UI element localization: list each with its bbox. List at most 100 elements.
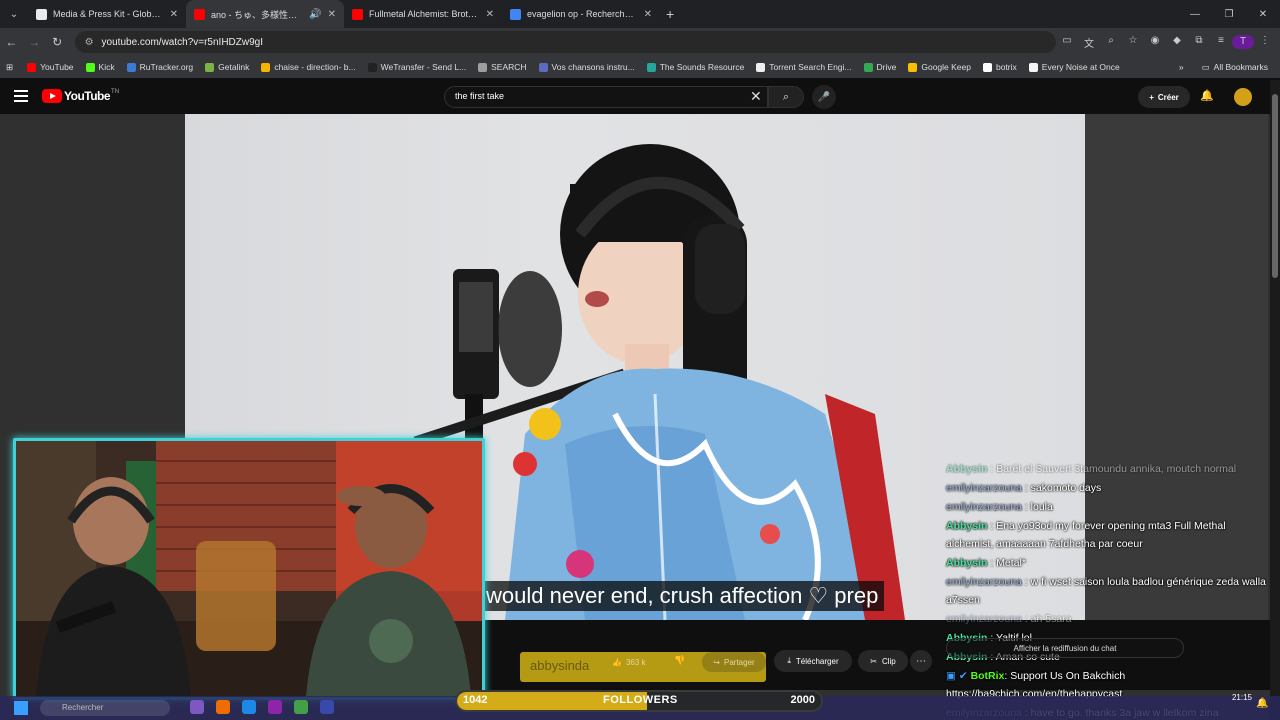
like-button[interactable]: 👍 363 k — [612, 652, 666, 672]
chat-username[interactable]: Abbysin — [946, 557, 987, 569]
notification-icon[interactable]: 🔔 — [1256, 698, 1268, 709]
search-button[interactable]: ⌕ — [768, 86, 804, 108]
bookmark-item[interactable]: Kick — [85, 62, 115, 72]
translate-icon[interactable]: 文 — [1078, 35, 1100, 50]
bookmark-favicon-icon — [27, 62, 37, 72]
bookmark-item[interactable]: WeTransfer - Send L... — [367, 62, 466, 72]
taskbar-app-icon[interactable] — [294, 700, 308, 714]
close-icon[interactable]: ✕ — [170, 9, 178, 20]
bookmark-item[interactable]: The Sounds Resource — [646, 62, 744, 72]
followers-goal-bar: 1042 FOLLOWERS 2000 — [455, 690, 823, 712]
bookmark-star-icon[interactable]: ☆ — [1122, 35, 1144, 50]
bookmark-favicon-icon — [908, 62, 918, 72]
bookmark-item[interactable]: Every Noise at Once — [1028, 62, 1120, 72]
bookmark-item[interactable]: Drive — [863, 62, 896, 72]
profile-avatar[interactable]: T — [1232, 34, 1254, 50]
zoom-icon[interactable]: ⌕ — [1100, 35, 1122, 50]
bookmark-item[interactable]: Vos chansons instru... — [538, 62, 635, 72]
bookmark-item[interactable]: Getalink — [205, 62, 249, 72]
chat-message: emilyinzarzouna : loula — [946, 498, 1270, 516]
close-icon[interactable]: ✕ — [644, 9, 652, 20]
bookmark-item[interactable]: YouTube — [27, 62, 74, 72]
close-icon[interactable]: ✕ — [486, 9, 494, 20]
extensions-puzzle-icon[interactable]: ⧉ — [1188, 35, 1210, 50]
tab-search-icon[interactable]: ⌄ — [0, 0, 28, 28]
browser-tab[interactable]: Fullmetal Alchemist: Brotherho ✕ — [344, 0, 502, 28]
taskbar-clock[interactable]: 21:15 — [1224, 693, 1252, 702]
taskbar-app-icon[interactable] — [216, 700, 230, 714]
taskbar-search[interactable]: Rechercher — [40, 700, 170, 716]
minimize-icon[interactable]: — — [1178, 0, 1212, 28]
download-button[interactable]: ⤓ Télécharger — [774, 650, 852, 672]
taskbar-app-icon[interactable] — [268, 700, 282, 714]
scissors-icon: ✂ — [870, 656, 877, 666]
clip-button[interactable]: ✂ Clip — [858, 650, 908, 672]
search-icon: ⌕ — [782, 90, 790, 103]
chat-username[interactable]: emilyinzarzouna — [946, 576, 1022, 588]
restore-icon[interactable]: ❐ — [1212, 0, 1246, 28]
extension-icon[interactable]: ◉ — [1144, 35, 1166, 50]
taskbar-app-icon[interactable] — [320, 700, 334, 714]
more-actions-button[interactable]: ⋯ — [910, 650, 932, 672]
youtube-favicon — [194, 8, 205, 20]
webcam-image — [16, 441, 482, 697]
taskbar-app-icon[interactable] — [242, 700, 256, 714]
bookmark-item[interactable]: botrix — [982, 62, 1017, 72]
youtube-logo[interactable]: YouTube TN — [42, 89, 119, 103]
new-tab-icon[interactable]: + — [666, 6, 674, 22]
speaker-icon[interactable]: 🔊 — [309, 9, 321, 20]
chat-username[interactable]: Abbysin — [946, 463, 987, 475]
chat-username[interactable]: emilyinzarzouna — [946, 501, 1022, 513]
hamburger-menu-icon[interactable] — [14, 90, 28, 102]
bookmark-label: YouTube — [40, 62, 74, 72]
chat-username[interactable]: emilyinzarzouna — [946, 482, 1022, 494]
bookmark-item[interactable]: chaise - direction- b... — [261, 62, 356, 72]
site-info-icon[interactable]: ⚙ — [85, 37, 94, 48]
reading-list-icon[interactable]: ≡ — [1210, 35, 1232, 50]
chevron-right-icon[interactable]: » — [1179, 62, 1184, 72]
thumbs-down-icon[interactable]: 👎 — [674, 655, 685, 666]
taskbar-app-icon[interactable] — [190, 700, 204, 714]
bookmark-item[interactable]: RuTracker.org — [126, 62, 194, 72]
browser-tab-active[interactable]: ano - ちゅ、多様性。/ THE FI 🔊 ✕ — [186, 0, 344, 28]
chat-username[interactable]: BotRix — [971, 670, 1005, 682]
chat-replay-button[interactable]: Afficher la rediffusion du chat — [946, 638, 1184, 658]
voice-search-button[interactable]: 🎤 — [812, 85, 836, 109]
share-button[interactable]: ↪ Partager — [702, 652, 766, 672]
download-label: Télécharger — [795, 656, 839, 666]
subscriber-name: abbysinda — [530, 658, 590, 673]
bookmark-label: chaise - direction- b... — [274, 62, 356, 72]
browser-tab[interactable]: evagelion op - Recherche Goog ✕ — [502, 0, 660, 28]
bookmark-label: botrix — [995, 62, 1017, 72]
search-input[interactable] — [455, 91, 735, 101]
cast-icon[interactable]: ▭ — [1056, 35, 1078, 50]
chat-username[interactable]: emilyinzarzouna — [946, 613, 1022, 625]
all-bookmarks-button[interactable]: » ▭ All Bookmarks — [1179, 62, 1268, 73]
chat-username[interactable]: Abbysin — [946, 520, 987, 532]
microphone-icon: 🎤 — [817, 91, 831, 103]
chat-message: emilyinzarzouna : ah 5sara — [946, 610, 1270, 628]
apps-grid-icon[interactable]: ⊞ — [6, 62, 13, 73]
create-button[interactable]: + Créer — [1138, 86, 1190, 108]
account-avatar[interactable] — [1234, 88, 1252, 106]
clear-search-icon[interactable]: ✕ — [750, 88, 762, 105]
scrollbar-thumb[interactable] — [1272, 94, 1278, 278]
closed-captions: would never end, crush affection ♡ prep — [480, 581, 885, 611]
close-window-icon[interactable]: ✕ — [1246, 0, 1280, 28]
bookmark-item[interactable]: Google Keep — [908, 62, 971, 72]
forward-icon[interactable]: → — [23, 35, 46, 49]
extension-icon[interactable]: ◆ — [1166, 35, 1188, 50]
notifications-bell-icon[interactable]: 🔔 — [1200, 89, 1214, 102]
back-icon[interactable]: ← — [0, 35, 23, 49]
bookmark-item[interactable]: SEARCH — [478, 62, 527, 72]
close-icon[interactable]: ✕ — [328, 9, 336, 20]
bookmark-favicon-icon — [863, 62, 873, 72]
menu-kebab-icon[interactable]: ⋮ — [1254, 35, 1276, 50]
youtube-wordmark: YouTube — [64, 89, 111, 103]
bookmark-item[interactable]: Torrent Search Engi... — [756, 62, 852, 72]
url-field[interactable]: ⚙ youtube.com/watch?v=r5nIHDZw9gI — [74, 31, 1056, 53]
windows-start-icon[interactable] — [14, 701, 28, 715]
browser-tab[interactable]: Media & Press Kit - Global Mov ✕ — [28, 0, 186, 28]
reload-icon[interactable]: ↻ — [46, 35, 69, 49]
bookmark-label: RuTracker.org — [139, 62, 194, 72]
